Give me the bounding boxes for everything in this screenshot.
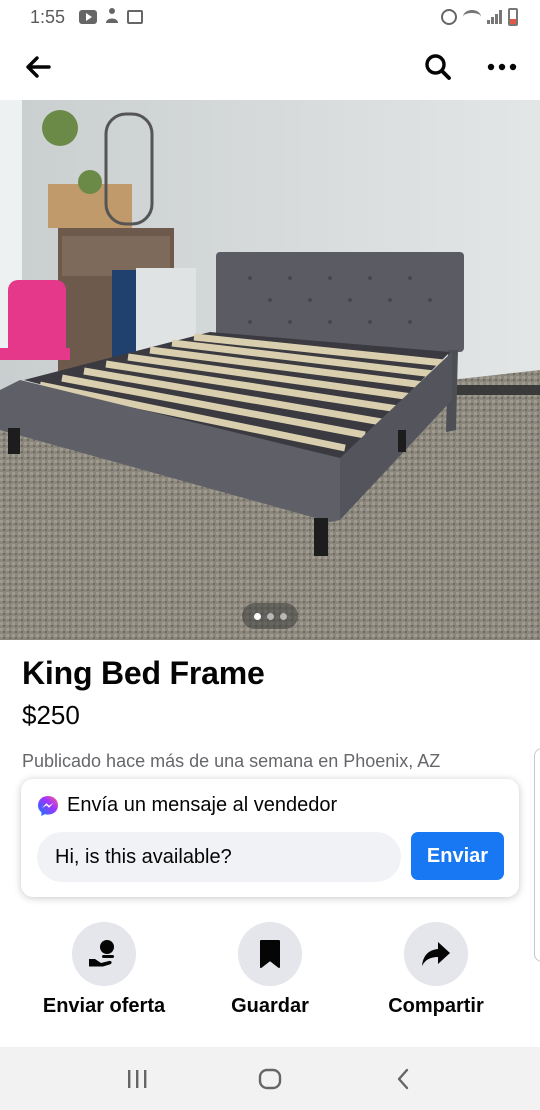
carousel-dot-active bbox=[253, 612, 261, 620]
listing-photo[interactable] bbox=[0, 100, 540, 640]
share-icon bbox=[422, 942, 450, 966]
share-label: Compartir bbox=[388, 995, 484, 1017]
recent-apps-button[interactable] bbox=[117, 1059, 157, 1099]
more-options-button[interactable] bbox=[484, 49, 520, 85]
back-arrow-icon bbox=[26, 56, 51, 78]
bed-frame-photo bbox=[0, 100, 540, 640]
carousel-dot bbox=[266, 612, 274, 620]
youtube-icon bbox=[79, 10, 98, 24]
top-nav bbox=[0, 34, 540, 100]
listing-title: King Bed Frame bbox=[22, 655, 265, 691]
android-nav-bar bbox=[0, 1047, 540, 1110]
recent-apps-icon bbox=[127, 1069, 147, 1088]
make-offer-label: Enviar oferta bbox=[42, 995, 166, 1017]
back-button[interactable] bbox=[20, 49, 56, 85]
action-row: Enviar oferta Guardar Compartir bbox=[0, 922, 540, 1032]
signal-icon bbox=[487, 10, 502, 24]
battery-icon bbox=[508, 8, 518, 26]
message-card-title: Envía un mensaje al vendedor bbox=[67, 794, 338, 816]
share-button[interactable]: Compartir bbox=[351, 922, 521, 1018]
person-icon bbox=[105, 7, 119, 28]
save-label: Guardar bbox=[231, 995, 309, 1017]
gallery-icon bbox=[127, 10, 144, 24]
system-back-button[interactable] bbox=[383, 1059, 423, 1099]
save-button[interactable]: Guardar bbox=[185, 922, 355, 1018]
make-offer-button[interactable]: Enviar oferta bbox=[19, 922, 189, 1018]
message-seller-card: Envía un mensaje al vendedor Enviar bbox=[21, 779, 519, 897]
send-message-button[interactable]: Enviar bbox=[411, 832, 504, 880]
message-input[interactable] bbox=[37, 832, 401, 882]
home-button[interactable] bbox=[250, 1059, 290, 1099]
back-icon bbox=[398, 1068, 409, 1089]
wifi-icon bbox=[463, 10, 481, 24]
make-offer-icon bbox=[89, 940, 114, 967]
carousel-dots[interactable] bbox=[242, 603, 298, 629]
listing-price: $250 bbox=[22, 700, 80, 730]
search-button[interactable] bbox=[420, 49, 456, 85]
search-icon bbox=[425, 54, 451, 80]
status-bar: 1:55 bbox=[0, 0, 540, 34]
messenger-icon bbox=[38, 795, 58, 816]
home-icon bbox=[258, 1068, 282, 1089]
alarm-icon bbox=[441, 9, 457, 25]
status-time: 1:55 bbox=[30, 6, 66, 27]
more-icon bbox=[487, 63, 517, 71]
listing-posted-info: Publicado hace más de una semana en Phoe… bbox=[22, 751, 441, 771]
bookmark-icon bbox=[260, 940, 280, 968]
carousel-dot bbox=[279, 612, 287, 620]
